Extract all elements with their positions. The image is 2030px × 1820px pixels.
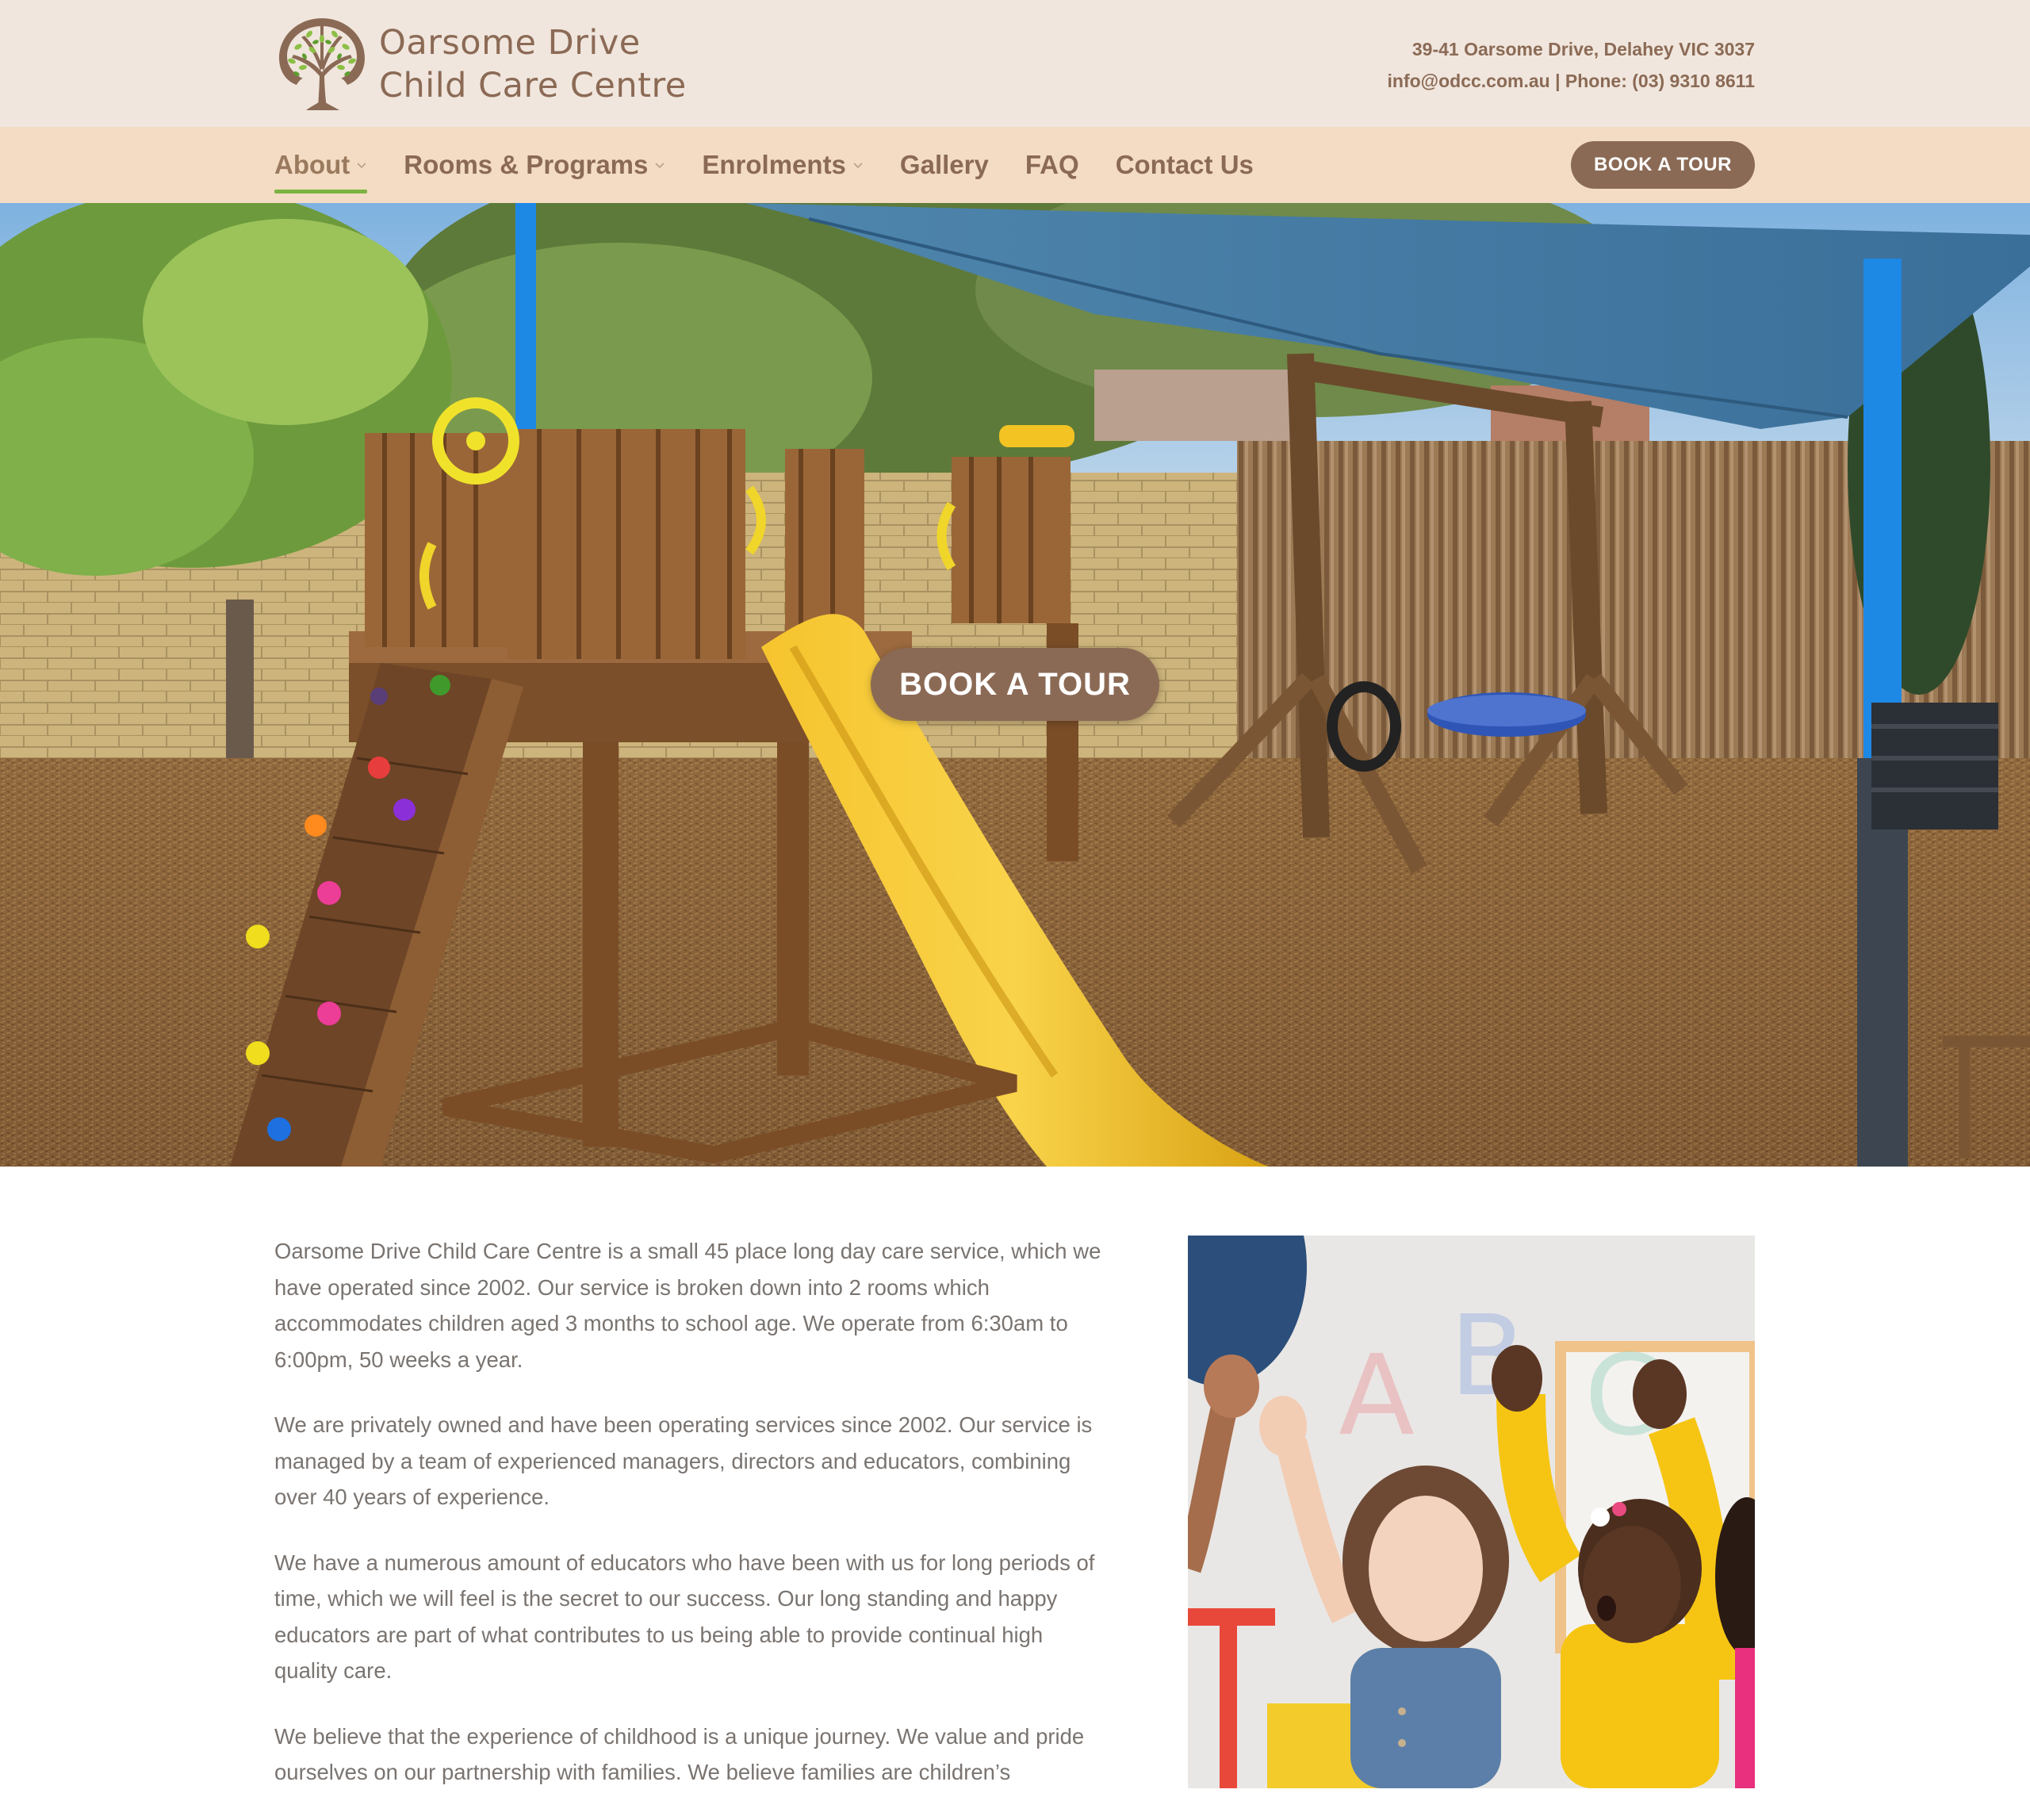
nav-item-label: Gallery — [899, 150, 989, 179]
hero-banner: BOOK A TOUR — [0, 203, 2030, 1167]
nav-item-enrolments[interactable]: Enrolments — [702, 127, 864, 203]
tree-logo-icon — [279, 18, 365, 110]
nav-item-about[interactable]: About — [274, 127, 368, 203]
chevron-down-icon — [853, 163, 863, 169]
logo-wordmark: Oarsome Drive Child Care Centre — [379, 21, 687, 107]
site-header: Oarsome Drive Child Care Centre 39-41 Oa… — [0, 0, 2030, 127]
chevron-down-icon — [357, 163, 366, 169]
email-link[interactable]: info@odcc.com.au — [1388, 71, 1550, 91]
about-paragraph-1: Oarsome Drive Child Care Centre is a sma… — [274, 1239, 1101, 1372]
contact-info: 39-41 Oarsome Drive, Delahey VIC 3037 in… — [1388, 33, 1755, 97]
svg-text:A: A — [1339, 1331, 1415, 1461]
hero-book-tour-button[interactable]: BOOK A TOUR — [871, 648, 1159, 721]
logo-line-2: Child Care Centre — [379, 66, 687, 105]
about-paragraph-3: We have a numerous amount of educators w… — [274, 1550, 1095, 1684]
nav-item-rooms-programs[interactable]: Rooms & Programs — [404, 127, 665, 203]
nav-item-contact-us[interactable]: Contact Us — [1116, 127, 1254, 203]
nav-item-label: Contact Us — [1115, 150, 1254, 179]
about-paragraph-4: We believe that the experience of childh… — [274, 1723, 1085, 1785]
logo-line-1: Oarsome Drive — [379, 23, 641, 63]
phone-link[interactable]: Phone: (03) 9310 8611 — [1565, 71, 1755, 91]
about-section: Oarsome Drive Child Care Centre is a sma… — [274, 1233, 1107, 1820]
contact-separator: | — [1549, 71, 1565, 91]
about-paragraph-2: We are privately owned and have been ope… — [274, 1412, 1093, 1509]
nav-item-label: About — [274, 150, 350, 179]
children-photo: A B C — [1188, 1236, 1755, 1788]
nav-item-label: FAQ — [1025, 150, 1079, 179]
site-logo[interactable]: Oarsome Drive Child Care Centre — [274, 14, 687, 114]
chevron-down-icon — [655, 163, 665, 169]
book-tour-button[interactable]: BOOK A TOUR — [1571, 141, 1755, 189]
nav-item-label: Rooms & Programs — [404, 150, 649, 179]
contact-line: info@odcc.com.au | Phone: (03) 9310 8611 — [1388, 65, 1755, 97]
nav-menu: About Rooms & Programs Enrolments Galler… — [274, 127, 1290, 203]
address-text: 39-41 Oarsome Drive, Delahey VIC 3037 — [1411, 39, 1755, 59]
nav-item-gallery[interactable]: Gallery — [900, 127, 989, 203]
main-navigation: About Rooms & Programs Enrolments Galler… — [0, 127, 2030, 203]
nav-item-label: Enrolments — [702, 150, 846, 179]
nav-item-faq[interactable]: FAQ — [1025, 127, 1079, 203]
children-classroom-image: A B C — [1188, 1236, 1755, 1788]
